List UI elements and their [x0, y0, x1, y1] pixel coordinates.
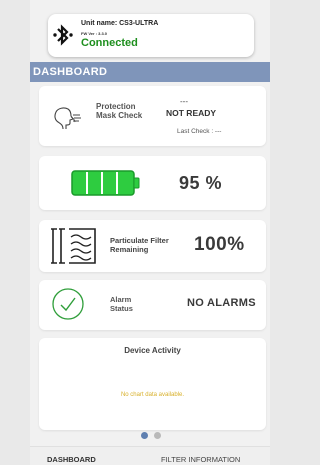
protection-mask-card[interactable]: Protection Mask Check --- NOT READY Last… — [39, 86, 266, 146]
page-title: DASHBOARD — [33, 66, 108, 78]
check-circle-icon — [52, 288, 84, 320]
last-check: Last Check : --- — [177, 128, 222, 135]
page-dot-active[interactable] — [141, 432, 148, 439]
mask-breath-icon — [54, 107, 81, 130]
protection-status: NOT READY — [166, 108, 217, 118]
filter-icon — [51, 228, 96, 264]
unit-name: Unit name: CS3-ULTRA — [81, 20, 159, 27]
device-activity-card: Device Activity No chart data available. — [39, 338, 266, 430]
app-screen: Unit name: CS3-ULTRA FW Ver : 3.3.0 Conn… — [30, 0, 270, 465]
protection-label: Protection Mask Check — [96, 102, 143, 120]
filter-card[interactable]: Particulate Filter Remaining 100% — [39, 220, 266, 272]
alarm-card[interactable]: Alarm Status NO ALARMS — [39, 280, 266, 330]
battery-value: 95 % — [179, 173, 223, 193]
bluetooth-icon — [53, 24, 73, 46]
alarm-label: Alarm Status — [110, 295, 133, 313]
battery-card: 95 % — [39, 156, 266, 210]
tab-filter-information[interactable]: FILTER INFORMATION — [161, 455, 240, 464]
firmware-version: FW Ver : 3.3.0 — [81, 31, 108, 36]
tab-dashboard[interactable]: DASHBOARD — [47, 455, 96, 464]
filter-value: 100% — [194, 234, 245, 255]
device-connection-card[interactable]: Unit name: CS3-ULTRA FW Ver : 3.3.0 Conn… — [48, 14, 254, 57]
activity-title: Device Activity — [124, 346, 181, 355]
empty-chart-message: No chart data available. — [120, 392, 185, 398]
connection-status: Connected — [81, 37, 138, 49]
page-indicator[interactable] — [141, 432, 171, 440]
dashboard-header: DASHBOARD — [30, 62, 270, 82]
alarm-value: NO ALARMS — [187, 297, 256, 309]
filter-label: Particulate Filter Remaining — [110, 236, 169, 254]
battery-icon — [71, 170, 140, 196]
page-dot[interactable] — [154, 432, 161, 439]
bottom-tab-bar: DASHBOARD FILTER INFORMATION — [30, 446, 270, 465]
protection-status-placeholder: --- — [180, 97, 188, 106]
